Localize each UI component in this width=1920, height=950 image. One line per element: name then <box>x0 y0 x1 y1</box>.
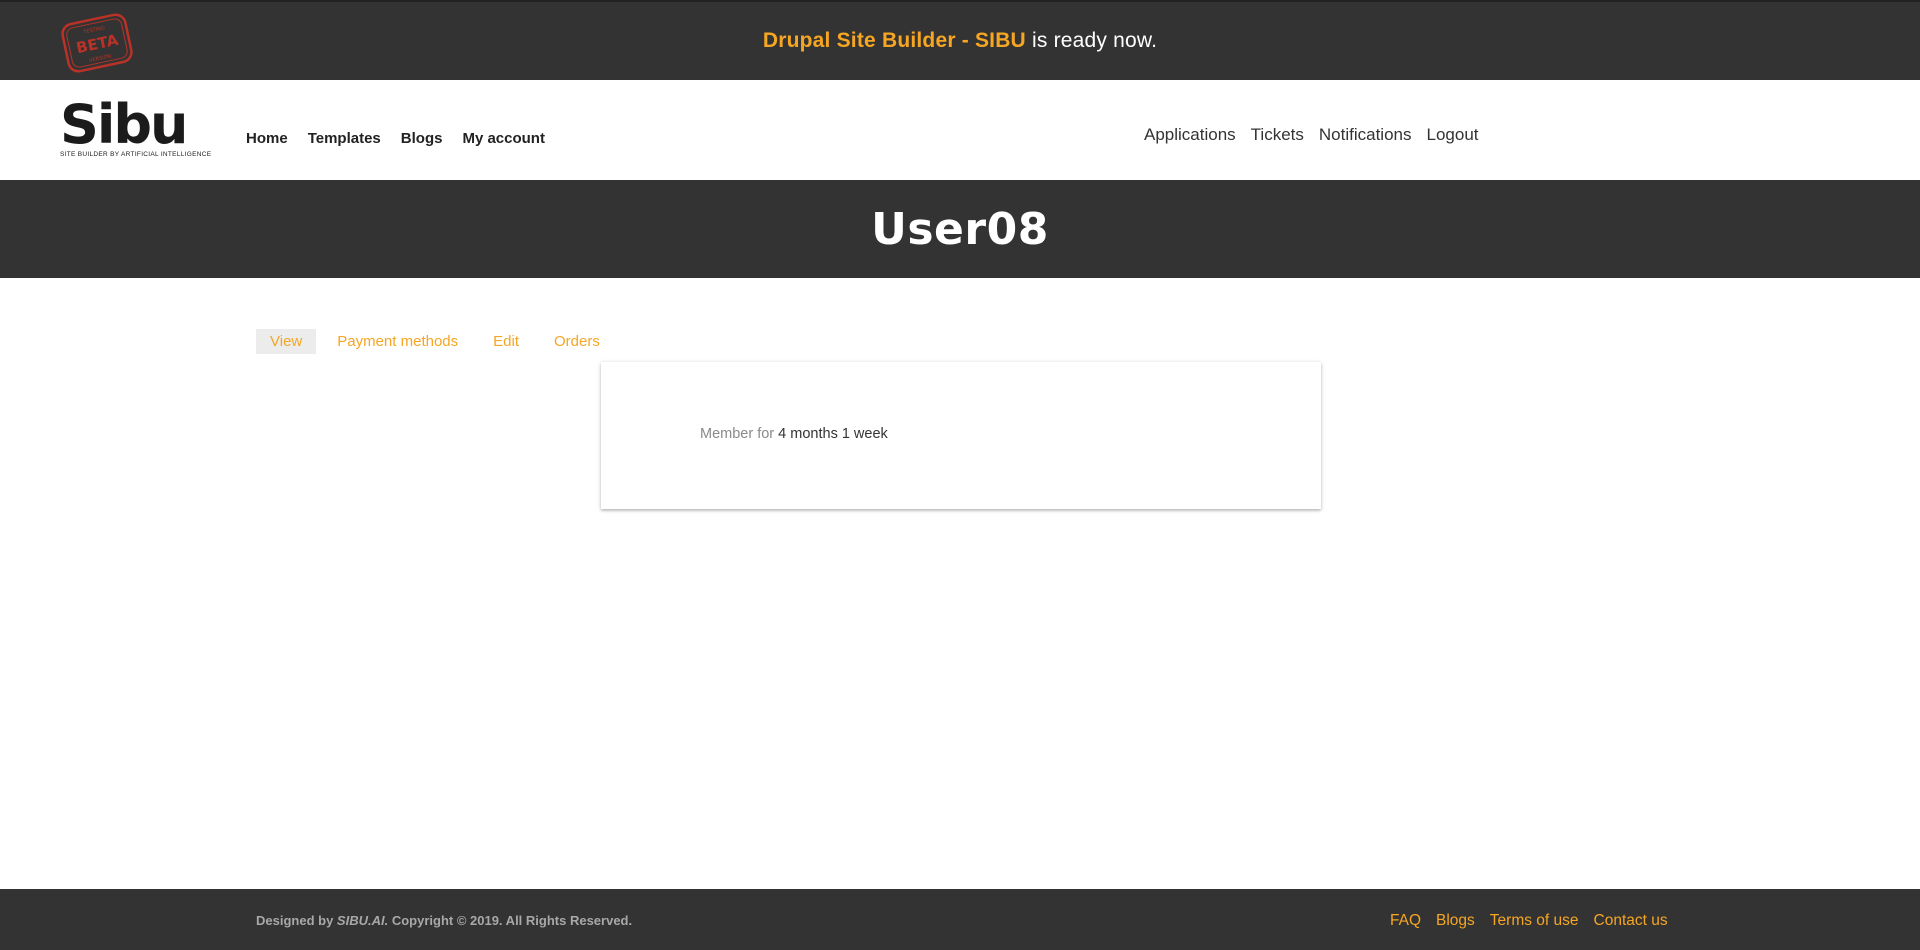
nav-tickets[interactable]: Tickets <box>1251 125 1304 145</box>
announcement-bar: TESTING BETA VERSION Drupal Site Builder… <box>0 0 1920 80</box>
member-for-value: 4 months 1 week <box>778 426 888 442</box>
nav-blogs[interactable]: Blogs <box>401 130 443 147</box>
announcement-text: Drupal Site Builder - SIBU is ready now. <box>0 29 1920 53</box>
nav-templates[interactable]: Templates <box>308 130 381 147</box>
site-header: Sibu SITE BUILDER BY ARTIFICIAL INTELLIG… <box>0 80 1920 180</box>
footer-link-faq[interactable]: FAQ <box>1390 912 1421 930</box>
tab-payment-methods[interactable]: Payment methods <box>323 329 472 354</box>
page-title: User08 <box>871 204 1049 255</box>
tab-orders[interactable]: Orders <box>540 329 614 354</box>
site-logo[interactable]: Sibu SITE BUILDER BY ARTIFICIAL INTELLIG… <box>60 93 212 160</box>
main-nav: Home Templates Blogs My account <box>246 130 545 147</box>
copyright-text: Copyright © 2019. All Rights Reserved. <box>388 913 633 928</box>
title-band: User08 <box>0 180 1920 278</box>
member-for-label: Member for <box>700 426 779 442</box>
user-nav: Applications Tickets Notifications Logou… <box>1144 125 1479 145</box>
footer-brand: SIBU.AI. <box>336 913 389 928</box>
nav-my-account[interactable]: My account <box>462 130 545 147</box>
announcement-highlight: Drupal Site Builder - SIBU <box>762 29 1026 52</box>
announcement-rest: is ready now. <box>1025 29 1158 52</box>
footer-link-contact[interactable]: Contact us <box>1594 912 1668 930</box>
footer-link-terms[interactable]: Terms of use <box>1490 912 1579 930</box>
logo-tagline: SITE BUILDER BY ARTIFICIAL INTELLIGENCE <box>60 151 212 158</box>
tab-view[interactable]: View <box>256 329 317 354</box>
footer-link-blogs[interactable]: Blogs <box>1436 912 1475 930</box>
tab-edit[interactable]: Edit <box>479 329 533 354</box>
nav-applications[interactable]: Applications <box>1144 125 1236 145</box>
page: TESTING BETA VERSION Drupal Site Builder… <box>0 0 1920 950</box>
site-footer: Designed by SIBU.AI. Copyright © 2019. A… <box>0 889 1920 950</box>
designed-by-label: Designed by <box>256 913 337 928</box>
nav-home[interactable]: Home <box>246 130 288 147</box>
member-for: Member for 4 months 1 week <box>700 426 888 442</box>
nav-notifications[interactable]: Notifications <box>1319 125 1412 145</box>
copyright: Designed by SIBU.AI. Copyright © 2019. A… <box>256 913 632 928</box>
logo-word: Sibu <box>60 93 189 156</box>
profile-card: Member for 4 months 1 week <box>601 362 1321 509</box>
nav-logout[interactable]: Logout <box>1427 125 1479 145</box>
footer-nav: FAQ Blogs Terms of use Contact us <box>1390 912 1668 930</box>
profile-tabs: View Payment methods Edit Orders <box>256 329 621 354</box>
